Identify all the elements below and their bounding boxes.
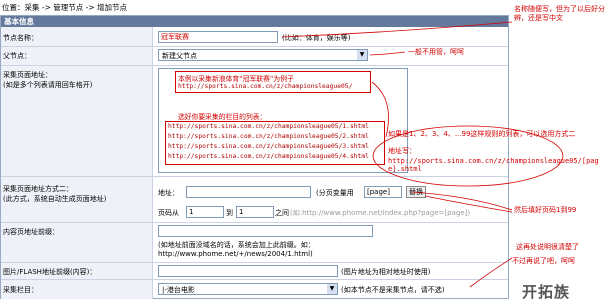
annotation-arrow bbox=[369, 51, 406, 56]
column-annotation-1: 这再处说明很清楚了 bbox=[516, 243, 579, 251]
annotation-arrow bbox=[424, 195, 513, 213]
name-annotation: 名称随便写，但为了以后好分辨，还是写中文 bbox=[514, 5, 605, 22]
address-annotation-url: http://sports.sina.com.cn/z/championslea… bbox=[388, 157, 599, 173]
annotation-arrow bbox=[469, 257, 513, 288]
page-annotation: 然后填好页码1到99 bbox=[514, 206, 577, 214]
column-annotation-2: 不过再说了吧，呵呵 bbox=[512, 257, 575, 265]
annotation-arrows bbox=[281, 21, 564, 288]
annotation-arrow bbox=[371, 81, 389, 138]
annotation-arrow bbox=[411, 191, 513, 211]
list-annotation: 如果是1、2、3、4、...99这样规则的列表，可以选用方式二 bbox=[388, 130, 576, 138]
address-annotation-label: 地址写： bbox=[388, 147, 416, 155]
annotation-arrow bbox=[281, 21, 513, 38]
parent-annotation: 一般不用管，呵呵 bbox=[408, 48, 464, 56]
